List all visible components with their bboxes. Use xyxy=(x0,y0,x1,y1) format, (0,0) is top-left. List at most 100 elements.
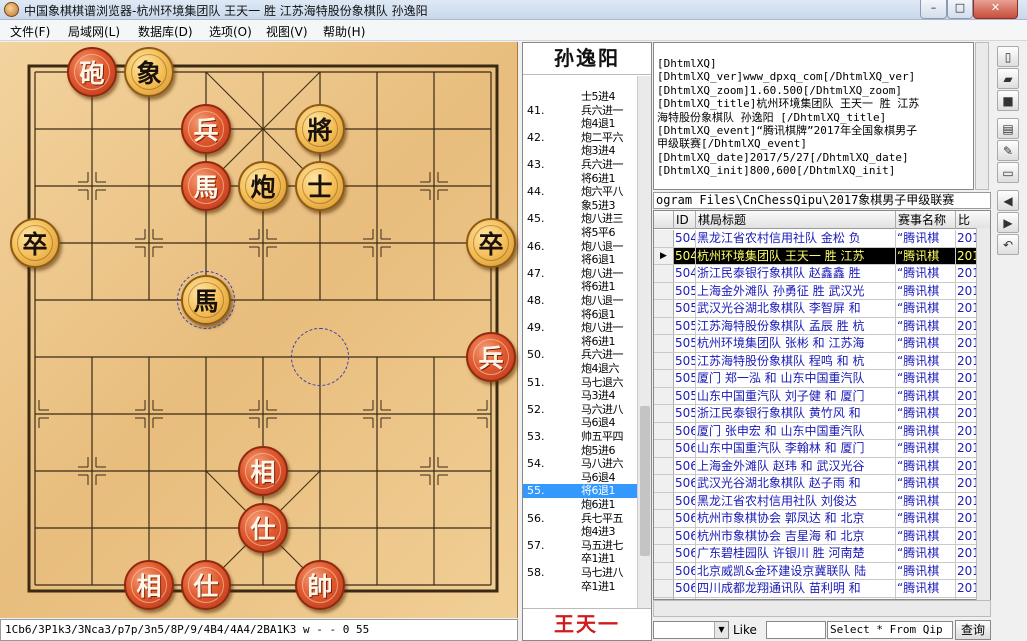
move-row[interactable]: 58. 马七进八 xyxy=(523,566,637,580)
red-cannon-piece[interactable]: 砲 xyxy=(67,47,117,97)
move-target-marker[interactable] xyxy=(291,328,349,386)
column-header-event[interactable]: 赛事名称 xyxy=(896,211,956,229)
move-row[interactable]: 42. 炮二平六 xyxy=(523,131,637,145)
like-input[interactable] xyxy=(766,621,826,639)
table-row[interactable]: 505 武汉光谷湖北象棋队 李智屏 和 “腾讯棋 201 xyxy=(654,300,990,318)
move-row[interactable]: 将6退1 xyxy=(523,308,637,322)
move-row[interactable]: 将6进1 xyxy=(523,280,637,294)
move-row[interactable]: 48. 炮八退一 xyxy=(523,294,637,308)
move-row[interactable]: 炮6进1 xyxy=(523,498,637,512)
table-row[interactable]: 506 厦门 张申宏 和 山东中国重汽队 “腾讯棋 201 xyxy=(654,422,990,440)
open-folder-button[interactable]: ▰ xyxy=(997,68,1019,89)
move-row[interactable]: 46. 炮八退一 xyxy=(523,240,637,254)
move-row[interactable]: 50. 兵六进一 xyxy=(523,348,637,362)
save-button[interactable]: ■ xyxy=(997,90,1019,111)
move-list[interactable]: 士5进4 41. 兵六进一 炮4退1 42. 炮二平六 炮3进4 43. 兵六进一 将6进1 44.… xyxy=(523,76,637,608)
black-cannon-piece[interactable]: 炮 xyxy=(238,161,288,211)
menu-view[interactable]: 视图(V) xyxy=(266,23,308,40)
move-row[interactable]: 45. 炮八进三 xyxy=(523,212,637,226)
black-horse-piece[interactable]: 馬 xyxy=(177,271,235,329)
table-vertical-scrollbar[interactable] xyxy=(976,228,990,600)
move-row[interactable]: 炮4退六 xyxy=(523,362,637,376)
red-soldier-piece[interactable]: 兵 xyxy=(466,332,516,382)
table-row[interactable]: 505 江苏海特股份象棋队 程鸣 和 杭 “腾讯棋 201 xyxy=(654,352,990,370)
table-row[interactable]: 506 黑龙江省农村信用社队 刘俊达 “腾讯棋 201 xyxy=(654,492,990,510)
table-row[interactable]: 506 广东碧桂园队 许银川 胜 河南楚 “腾讯棋 201 xyxy=(654,545,990,563)
menu-file[interactable]: 文件(F) xyxy=(10,23,50,40)
move-row[interactable]: 55. 将6退1 xyxy=(523,484,637,498)
move-row[interactable]: 马3进4 xyxy=(523,389,637,403)
black-soldier-piece[interactable]: 卒 xyxy=(10,218,60,268)
table-row[interactable]: 506 上海金外滩队 赵玮 和 武汉光谷 “腾讯棋 201 xyxy=(654,457,990,475)
table-row[interactable]: 505 杭州环境集团队 张彬 和 江苏海 “腾讯棋 201 xyxy=(654,335,990,353)
move-row[interactable]: 炮3进4 xyxy=(523,144,637,158)
move-row[interactable]: 象5进3 xyxy=(523,199,637,213)
red-soldier-piece[interactable]: 兵 xyxy=(181,104,231,154)
table-row[interactable]: 504 浙江民泰银行象棋队 赵鑫鑫 胜 “腾讯棋 201 xyxy=(654,265,990,283)
table-row[interactable]: 505 江苏海特股份象棋队 孟辰 胜 杭 “腾讯棋 201 xyxy=(654,317,990,335)
red-horse-piece[interactable]: 馬 xyxy=(181,161,231,211)
move-row[interactable]: 44. 炮六平八 xyxy=(523,185,637,199)
fen-field[interactable]: 1Cb6/3P1k3/3Nca3/p7p/3n5/8P/9/4B4/4A4/2B… xyxy=(0,619,518,641)
table-row[interactable]: 506 四川成都龙翔通讯队 苗利明 和 “腾讯棋 201 xyxy=(654,580,990,598)
move-row[interactable]: 49. 炮八进一 xyxy=(523,321,637,335)
menu-database[interactable]: 数据库(D) xyxy=(138,23,193,40)
move-row[interactable]: 卒1进1 xyxy=(523,552,637,566)
move-row[interactable]: 41. 兵六进一 xyxy=(523,104,637,118)
table-row[interactable]: 505 浙江民泰银行象棋队 黄竹风 和 “腾讯棋 201 xyxy=(654,405,990,423)
table-row[interactable]: 506 武汉光谷湖北象棋队 赵子雨 和 “腾讯棋 201 xyxy=(654,475,990,493)
window-button[interactable]: ▭ xyxy=(997,162,1019,183)
move-row[interactable]: 57. 马五进七 xyxy=(523,539,637,553)
table-row[interactable]: 506 北京威凯&金环建设京冀联队 陆 “腾讯棋 201 xyxy=(654,562,990,580)
dhtml-text-box[interactable]: [DhtmlXQ] [DhtmlXQ_ver]www_dpxq_com[/Dhtm… xyxy=(653,42,974,190)
black-soldier-piece[interactable]: 卒 xyxy=(466,218,516,268)
column-header-extra[interactable]: 比 xyxy=(956,211,990,229)
red-general-piece[interactable]: 帥 xyxy=(295,560,345,610)
move-row[interactable]: 炮4退1 xyxy=(523,117,637,131)
new-file-button[interactable]: ▯ xyxy=(997,46,1019,67)
move-row[interactable]: 52. 马六进八 xyxy=(523,403,637,417)
move-row[interactable]: 将6进1 xyxy=(523,335,637,349)
menu-options[interactable]: 选项(O) xyxy=(209,23,252,40)
column-header-title[interactable]: 棋局标题 xyxy=(696,211,896,229)
menu-lan[interactable]: 局域网(L) xyxy=(68,23,120,40)
table-row[interactable]: 506 杭州市象棋协会 郭凤达 和 北京 “腾讯棋 201 xyxy=(654,510,990,528)
move-list-scrollbar[interactable] xyxy=(637,76,651,608)
red-advisor-piece[interactable]: 仕 xyxy=(181,560,231,610)
table-row[interactable]: 505 上海金外滩队 孙勇征 胜 武汉光 “腾讯棋 201 xyxy=(654,282,990,300)
sql-input[interactable]: Select * From Qip xyxy=(827,621,953,639)
chevron-down-icon[interactable]: ▼ xyxy=(714,622,728,638)
undo-button[interactable]: ↶ xyxy=(997,234,1019,255)
table-row[interactable]: 505 山东中国重汽队 刘子健 和 厦门 “腾讯棋 201 xyxy=(654,387,990,405)
move-row[interactable]: 53. 帅五平四 xyxy=(523,430,637,444)
table-row[interactable]: 505 厦门 郑一泓 和 山东中国重汽队 “腾讯棋 201 xyxy=(654,370,990,388)
move-row[interactable]: 56. 兵七平五 xyxy=(523,512,637,526)
move-row[interactable]: 炮5进6 xyxy=(523,444,637,458)
black-advisor-piece[interactable]: 士 xyxy=(295,161,345,211)
dhtml-scrollbar[interactable] xyxy=(975,42,989,190)
menu-help[interactable]: 帮助(H) xyxy=(323,23,365,40)
table-row[interactable]: ▶ 504 杭州环境集团队 王天一 胜 江苏 “腾讯棋 201 xyxy=(654,247,990,265)
move-row[interactable]: 马6退4 xyxy=(523,416,637,430)
table-row[interactable]: 506 杭州市象棋协会 吉星海 和 北京 “腾讯棋 201 xyxy=(654,527,990,545)
move-row[interactable]: 47. 炮八进一 xyxy=(523,267,637,281)
field-combo[interactable]: ▼ xyxy=(653,621,729,639)
move-row[interactable]: 51. 马七退六 xyxy=(523,376,637,390)
move-row[interactable]: 将5平6 xyxy=(523,226,637,240)
move-row[interactable]: 54. 马八进六 xyxy=(523,457,637,471)
query-button[interactable]: 查询 xyxy=(955,620,991,640)
chess-board[interactable]: 砲象兵將馬炮士卒卒馬兵相仕相仕帥 xyxy=(0,42,518,618)
table-row[interactable]: 504 黑龙江省农村信用社队 金松 负 “腾讯棋 201 xyxy=(654,230,990,248)
maximize-button[interactable]: □ xyxy=(947,0,973,19)
black-general-piece[interactable]: 將 xyxy=(295,104,345,154)
move-row[interactable]: 将6退1 xyxy=(523,253,637,267)
minimize-button[interactable]: – xyxy=(920,0,947,19)
close-button[interactable]: ✕ xyxy=(973,0,1018,19)
table-horizontal-scrollbar[interactable] xyxy=(653,600,991,617)
red-elephant-piece[interactable]: 相 xyxy=(238,446,288,496)
move-row[interactable]: 43. 兵六进一 xyxy=(523,158,637,172)
move-row[interactable]: 炮4进3 xyxy=(523,525,637,539)
table-row[interactable]: 506 山东中国重汽队 李翰林 和 厦门 “腾讯棋 201 xyxy=(654,440,990,458)
move-row[interactable]: 马6退4 xyxy=(523,471,637,485)
red-advisor-piece[interactable]: 仕 xyxy=(238,503,288,553)
